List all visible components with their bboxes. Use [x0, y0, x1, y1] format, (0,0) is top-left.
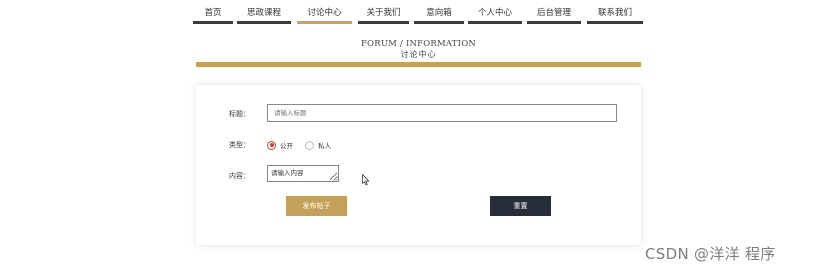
- reset-button[interactable]: 重置: [490, 196, 551, 216]
- nav-item-forum[interactable]: 讨论中心: [297, 6, 352, 24]
- nav-item-home[interactable]: 首页: [193, 6, 233, 24]
- section-heading: FORUM / INFORMATION 讨论中心: [196, 39, 641, 60]
- watermark: CSDN @洋洋 程序: [645, 245, 776, 263]
- title-label: 标题：: [229, 110, 250, 118]
- post-form-card: 标题： 类型： 公开 私人 内容： 请输入内容 发布帖子 重置: [196, 85, 641, 245]
- nav-item-admin[interactable]: 后台管理: [527, 6, 581, 24]
- type-radio-group: 公开 私人: [267, 139, 343, 151]
- nav-item-contact[interactable]: 联系我们: [587, 6, 643, 24]
- heading-english: FORUM / INFORMATION: [360, 39, 477, 49]
- nav-item-suggestion-box[interactable]: 意向箱: [414, 6, 464, 24]
- title-input[interactable]: [267, 104, 617, 122]
- nav-item-courses[interactable]: 思政课程: [237, 6, 291, 24]
- radio-public[interactable]: 公开: [267, 140, 293, 150]
- radio-public-indicator[interactable]: [267, 140, 276, 150]
- top-nav: 首页 思政课程 讨论中心 关于我们 意向箱 个人中心 后台管理 联系我们: [193, 0, 643, 24]
- publish-post-button[interactable]: 发布帖子: [286, 196, 347, 216]
- nav-item-about[interactable]: 关于我们: [358, 6, 409, 24]
- heading-chinese: 讨论中心: [400, 50, 437, 59]
- type-label: 类型：: [229, 141, 250, 149]
- nav-item-personal-center[interactable]: 个人中心: [468, 6, 522, 24]
- radio-private[interactable]: 私人: [305, 140, 331, 150]
- radio-private-label: 私人: [318, 142, 331, 150]
- heading-divider: [196, 62, 641, 67]
- resize-grip-icon[interactable]: [333, 176, 338, 181]
- radio-private-indicator[interactable]: [305, 140, 314, 150]
- content-label: 内容：: [229, 172, 250, 180]
- mouse-pointer-icon: [362, 174, 370, 186]
- radio-public-label: 公开: [280, 142, 293, 150]
- content-textarea[interactable]: 请输入内容: [267, 165, 339, 182]
